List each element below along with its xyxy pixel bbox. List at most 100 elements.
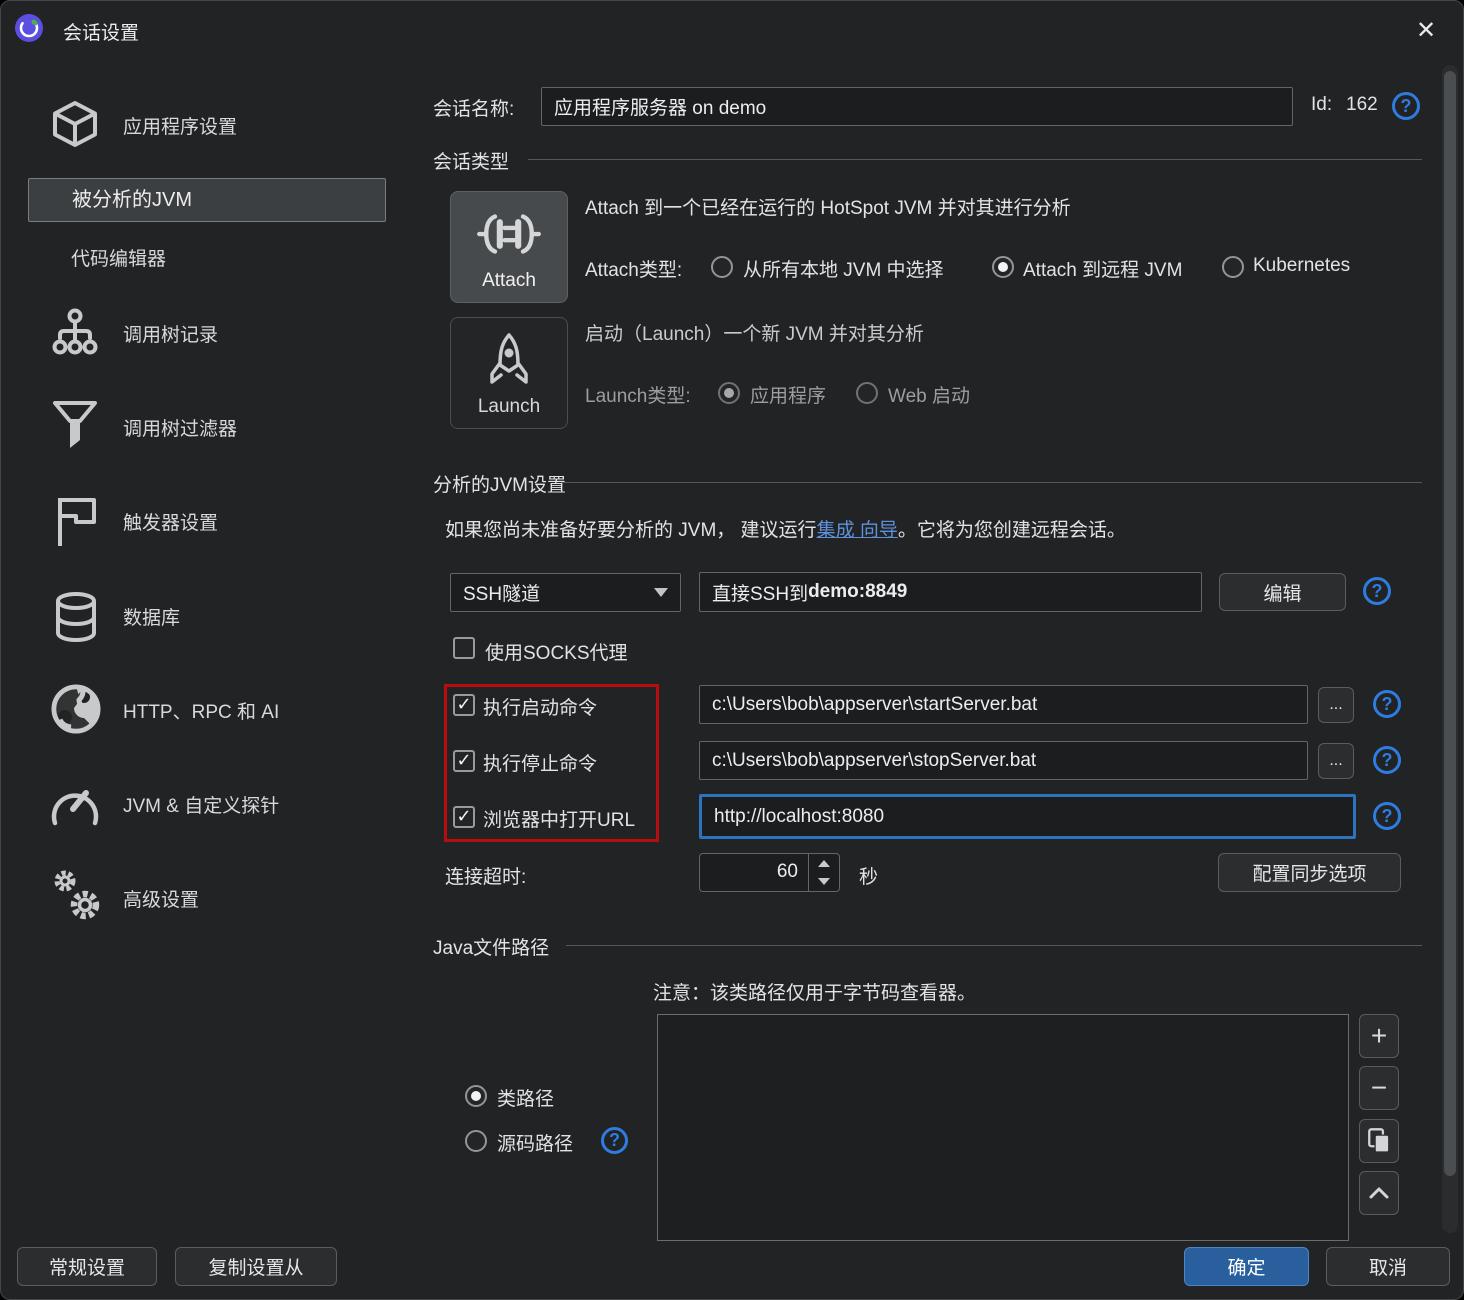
cancel-button[interactable]: 取消 (1326, 1247, 1450, 1286)
radio-kubernetes[interactable] (1222, 256, 1244, 278)
start-command-checkbox[interactable]: ✓ (453, 694, 475, 716)
gears-icon[interactable] (49, 867, 107, 927)
general-settings-button[interactable]: 常规设置 (17, 1247, 157, 1286)
section-divider (566, 945, 1422, 946)
stop-command-checkbox[interactable]: ✓ (453, 750, 475, 772)
radio-web-start-label[interactable]: Web 启动 (888, 381, 970, 408)
gauge-icon[interactable] (49, 779, 101, 829)
session-id-help-icon[interactable]: ? (1392, 92, 1420, 120)
spinner-up-icon[interactable] (809, 854, 839, 873)
call-tree-icon[interactable] (49, 307, 101, 359)
edit-connection-button[interactable]: 编辑 (1219, 573, 1346, 611)
stop-command-label[interactable]: 执行停止命令 (483, 749, 597, 776)
start-command-help-icon[interactable]: ? (1373, 690, 1401, 718)
start-command-label[interactable]: 执行启动命令 (483, 693, 597, 720)
radio-application-label[interactable]: 应用程序 (750, 381, 826, 408)
section-title-jvm-settings: 分析的JVM设置 (433, 475, 567, 496)
remove-path-button[interactable]: − (1359, 1066, 1399, 1110)
classpath-list[interactable] (657, 1014, 1349, 1241)
app-logo-icon (15, 14, 43, 42)
source-path-help-icon[interactable]: ? (601, 1127, 628, 1154)
radio-local-jvm-label[interactable]: 从所有本地 JVM 中选择 (743, 255, 944, 282)
attach-description: Attach 到一个已经在运行的 HotSpot JVM 并对其进行分析 (585, 198, 1071, 219)
radio-application[interactable] (718, 382, 740, 404)
sidebar-item-jvm-custom-probes[interactable]: JVM & 自定义探针 (123, 791, 279, 818)
attach-button-label: Attach (482, 270, 536, 291)
attach-icon (471, 206, 547, 262)
radio-remote-jvm-label[interactable]: Attach 到远程 JVM (1023, 255, 1182, 282)
session-settings-dialog: 会话设置 ✕ 应用程序设置 被分析的JVM 代码编辑器 调用树记录 调用树过滤器 (0, 0, 1464, 1300)
flag-icon[interactable] (56, 494, 98, 548)
session-id-value: 162 (1346, 94, 1378, 115)
open-url-label[interactable]: 浏览器中打开URL (483, 805, 635, 832)
session-name-label: 会话名称: (433, 99, 515, 120)
socks-proxy-label[interactable]: 使用SOCKS代理 (485, 638, 628, 665)
copy-path-button[interactable] (1359, 1119, 1399, 1163)
socks-proxy-checkbox[interactable]: ✓ (453, 637, 475, 659)
globe-icon[interactable] (51, 684, 101, 734)
classpath-note: 注意：该类路径仅用于字节码查看器。 (653, 983, 977, 1004)
connection-help-icon[interactable]: ? (1363, 577, 1391, 605)
dialog-title: 会话设置 (63, 23, 140, 44)
ok-button[interactable]: 确定 (1184, 1247, 1309, 1286)
chevron-down-icon (654, 588, 668, 597)
timeout-spinner[interactable]: 60 (699, 853, 840, 892)
start-command-browse-button[interactable]: ... (1318, 687, 1354, 723)
radio-web-start[interactable] (856, 382, 878, 404)
funnel-icon[interactable] (53, 400, 97, 454)
radio-local-jvm[interactable] (711, 256, 733, 278)
database-icon[interactable] (53, 591, 99, 643)
timeout-unit: 秒 (859, 867, 879, 888)
start-command-input[interactable] (699, 685, 1308, 724)
sidebar-item-application-settings[interactable]: 应用程序设置 (123, 112, 237, 139)
connection-summary-prefix: 直接SSH到 (712, 583, 809, 605)
scrollbar-track[interactable] (1442, 65, 1458, 1233)
scrollbar-thumb[interactable] (1444, 71, 1456, 1176)
stop-command-help-icon[interactable]: ? (1373, 746, 1401, 774)
radio-class-path-label[interactable]: 类路径 (497, 1084, 554, 1111)
stop-command-browse-button[interactable]: ... (1318, 743, 1354, 779)
connection-type-dropdown[interactable]: SSH隧道 (450, 573, 681, 612)
sidebar-item-http-rpc-ai[interactable]: HTTP、RPC 和 AI (123, 697, 279, 724)
radio-class-path[interactable] (465, 1085, 487, 1107)
sidebar-item-trigger-settings[interactable]: 触发器设置 (123, 508, 218, 535)
add-path-button[interactable]: + (1359, 1014, 1399, 1058)
session-id-label: Id: (1311, 94, 1333, 115)
move-up-path-button[interactable] (1359, 1171, 1399, 1215)
attach-type-label: Attach类型: (585, 260, 683, 281)
sidebar-item-code-editor[interactable]: 代码编辑器 (71, 244, 166, 271)
hint-text-post: 。它将为您创建远程会话。 (897, 520, 1126, 541)
integration-hint: 如果您尚未准备好要分析的 JVM， 建议运行集成 向导。它将为您创建远程会话。 (445, 515, 1126, 542)
open-url-help-icon[interactable]: ? (1373, 802, 1401, 830)
radio-source-path[interactable] (465, 1130, 487, 1152)
radio-kubernetes-label[interactable]: Kubernetes (1253, 255, 1350, 277)
launch-type-button[interactable]: Launch (450, 317, 568, 429)
timeout-value[interactable]: 60 (700, 854, 808, 891)
sidebar-item-advanced-settings[interactable]: 高级设置 (123, 885, 199, 912)
launch-button-label: Launch (477, 396, 541, 417)
session-name-input[interactable] (541, 87, 1293, 126)
open-url-input[interactable] (699, 794, 1356, 839)
config-sync-button[interactable]: 配置同步选项 (1218, 853, 1401, 892)
launch-description: 启动（Launch）一个新 JVM 并对其分析 (585, 324, 924, 345)
sidebar-item-databases[interactable]: 数据库 (123, 603, 180, 630)
sidebar-item-call-tree-filters[interactable]: 调用树过滤器 (123, 414, 237, 441)
stop-command-input[interactable] (699, 741, 1308, 780)
sidebar-item-profiled-jvm[interactable]: 被分析的JVM (28, 178, 386, 222)
package-icon[interactable] (51, 100, 99, 148)
copy-settings-from-button[interactable]: 复制设置从 (175, 1247, 337, 1286)
open-url-checkbox[interactable]: ✓ (453, 806, 475, 828)
radio-source-path-label[interactable]: 源码路径 (497, 1129, 573, 1156)
section-title-session-type: 会话类型 (433, 152, 510, 173)
section-divider (561, 482, 1422, 483)
connection-type-value: SSH隧道 (463, 584, 541, 605)
spinner-down-icon[interactable] (809, 873, 839, 892)
sidebar-item-call-tree-recording[interactable]: 调用树记录 (123, 320, 218, 347)
connection-summary-host: demo:8849 (808, 581, 908, 602)
connection-summary-field[interactable]: 直接SSH到 demo:8849 (699, 572, 1202, 612)
integration-wizard-link[interactable]: 集成 向导 (817, 520, 898, 541)
attach-type-button[interactable]: Attach (450, 191, 568, 303)
radio-remote-jvm[interactable] (992, 256, 1014, 278)
rocket-icon (483, 332, 535, 388)
close-icon[interactable]: ✕ (1409, 15, 1443, 45)
